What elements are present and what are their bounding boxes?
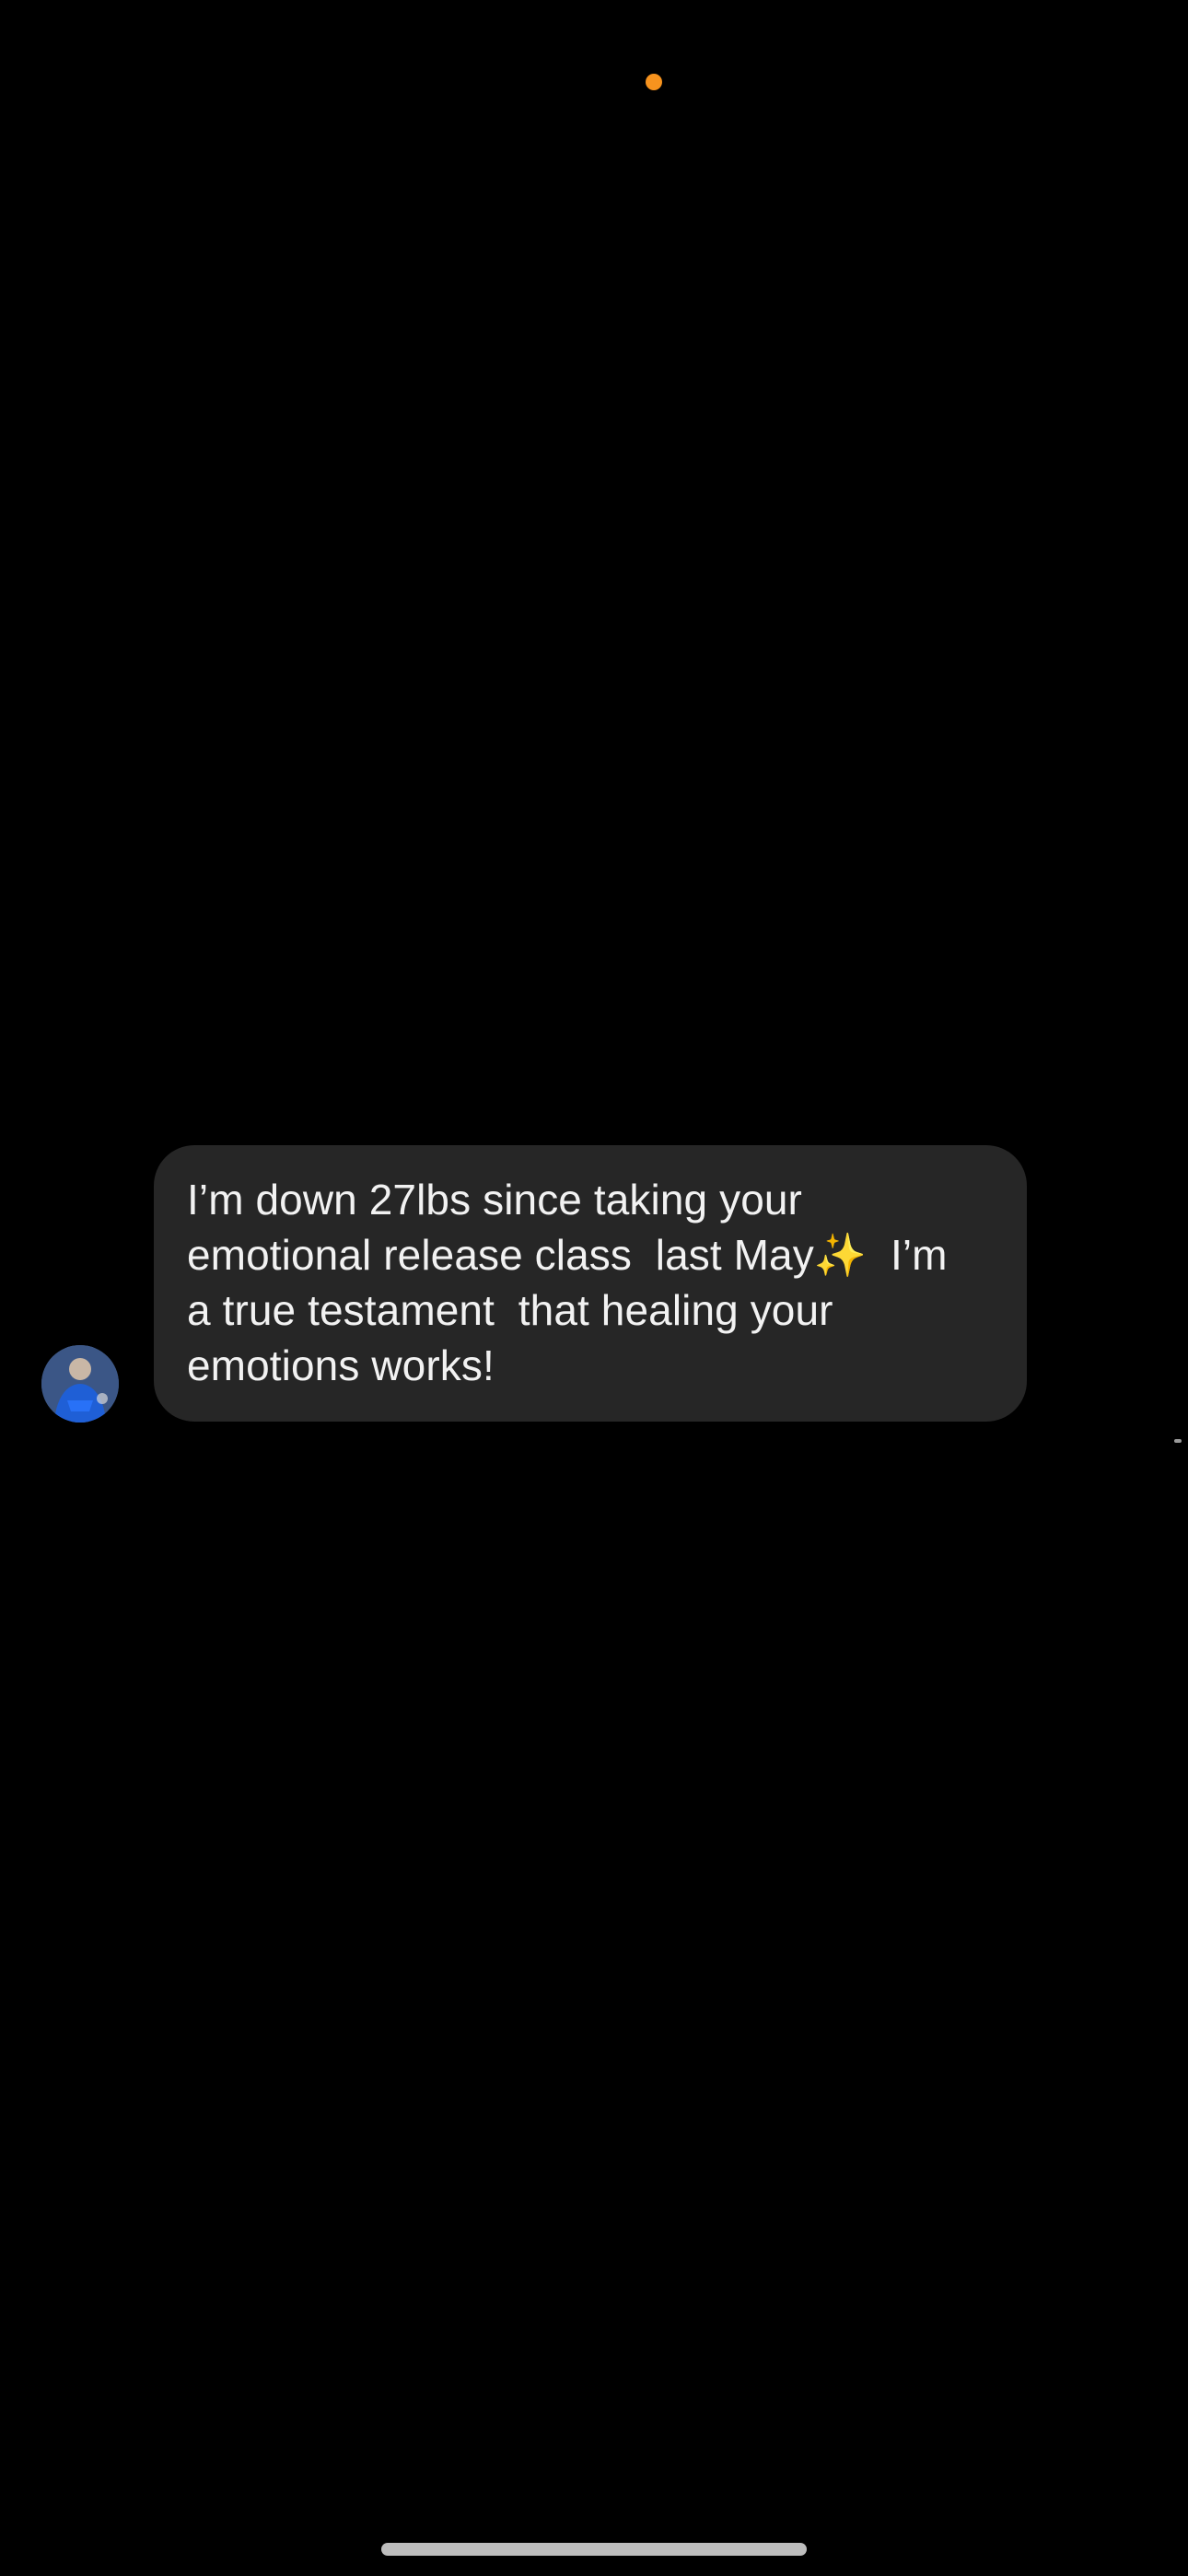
message-line: I’m down 27lbs since taking your <box>187 1176 802 1224</box>
message-line: a true testament that healing your <box>187 1286 833 1334</box>
avatar-icon <box>41 1345 119 1423</box>
home-indicator[interactable] <box>381 2543 807 2556</box>
message-line: emotional release class last May✨ I’m <box>187 1231 948 1279</box>
message-bubble[interactable]: I’m down 27lbs since taking your emotion… <box>154 1145 1027 1422</box>
message-line: emotions works! <box>187 1341 495 1389</box>
message-text: I’m down 27lbs since taking your emotion… <box>187 1172 994 1393</box>
privacy-indicator-dot <box>646 74 662 90</box>
scroll-edge-mark <box>1174 1439 1182 1443</box>
message-row: I’m down 27lbs since taking your emotion… <box>0 1145 1188 1423</box>
sender-avatar[interactable] <box>41 1345 119 1423</box>
